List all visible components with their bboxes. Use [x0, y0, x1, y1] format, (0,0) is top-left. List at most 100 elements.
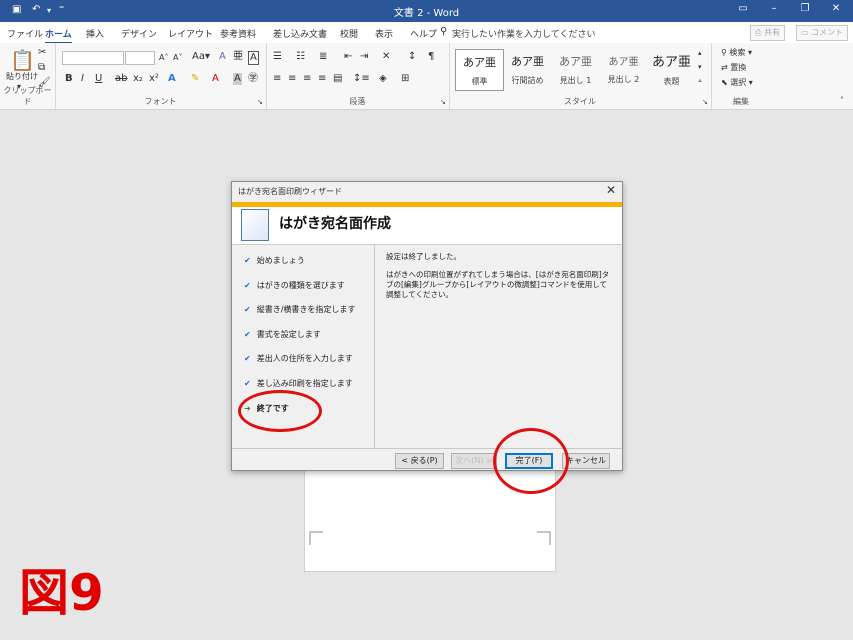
ribbon-tabs: ファイル ホーム 挿入 デザイン レイアウト 参考資料 差し込み文書 校閲 表示…	[0, 22, 853, 44]
align-right-icon[interactable]: ≡	[303, 73, 311, 85]
replace-button[interactable]: ⇄ 置換	[721, 62, 746, 74]
check-icon: ✔	[244, 281, 251, 290]
select-button[interactable]: ⬉ 選択 ▾	[721, 77, 753, 89]
align-left-icon[interactable]: ≡	[273, 73, 281, 85]
phonetic-guide-icon[interactable]: 亜	[233, 51, 243, 63]
copy-icon[interactable]: ⧉	[38, 62, 45, 74]
borders-icon[interactable]: ⊞	[401, 73, 409, 85]
style-sample: あア亜	[608, 57, 639, 68]
shrink-font-icon[interactable]: A˅	[173, 52, 182, 64]
highlight-color-icon[interactable]: ✎	[191, 73, 199, 85]
tab-help[interactable]: ヘルプ	[410, 27, 437, 40]
cancel-button[interactable]: キャンセル	[562, 453, 610, 469]
find-button[interactable]: ⚲ 検索 ▾	[721, 47, 752, 59]
style-name: 見出し 2	[607, 75, 640, 84]
close-window-icon[interactable]: ✕	[826, 3, 846, 14]
numbering-icon[interactable]: ☷	[296, 51, 305, 63]
font-name-dropdown[interactable]	[62, 51, 124, 65]
underline-icon[interactable]: U	[95, 73, 102, 85]
styles-group-label: スタイル	[564, 97, 596, 106]
enclose-characters-icon[interactable]: ㊫	[248, 73, 258, 85]
superscript-icon[interactable]: x²	[149, 73, 159, 85]
multilevel-list-icon[interactable]: ≣	[319, 51, 327, 63]
dialog-close-icon[interactable]: ✕	[606, 183, 616, 197]
annotation-circle-finish-button	[493, 428, 569, 494]
tab-mailings[interactable]: 差し込み文書	[273, 27, 327, 40]
line-spacing-icon[interactable]: ↕≡	[353, 73, 370, 85]
replace-icon: ⇄	[721, 63, 728, 72]
tab-view[interactable]: 表示	[375, 27, 393, 40]
style-sample: あア亜	[559, 55, 592, 68]
change-case-icon[interactable]: Aa▾	[192, 51, 210, 63]
style-name: 行間詰め	[511, 76, 544, 85]
tab-file[interactable]: ファイル	[7, 27, 43, 40]
style-standard[interactable]: あア亜 標準	[455, 49, 504, 91]
clipboard-group: 📋 貼り付け ▾ ✂ ⧉ 🖌 クリップボード	[0, 43, 56, 109]
tab-layout[interactable]: レイアウト	[168, 27, 213, 40]
bold-icon[interactable]: B	[65, 73, 73, 85]
italic-icon[interactable]: I	[81, 73, 84, 85]
tab-insert[interactable]: 挿入	[86, 27, 104, 40]
font-size-dropdown[interactable]	[125, 51, 155, 65]
next-button[interactable]: 次へ(N) >	[451, 453, 497, 469]
back-button[interactable]: < 戻る(P)	[395, 453, 444, 469]
ribbon-display-options-icon[interactable]: ▭	[733, 3, 753, 14]
bullets-icon[interactable]: ☰	[273, 51, 282, 63]
shading-icon[interactable]: ◈	[379, 73, 387, 85]
paste-icon[interactable]: 📋	[10, 49, 35, 71]
margin-corner-mark	[537, 531, 551, 545]
figure-label: 図9	[19, 564, 104, 622]
style-heading-2[interactable]: あア亜見出し 2	[600, 49, 647, 89]
annotation-circle-current-step	[238, 390, 322, 432]
paragraph-group: ☰ ☷ ≣ ⇤ ⇥ ✕ ↕ ¶ ≡ ≡ ≡ ≡ ▤ ↕≡ ◈ ⊞ ↘ 段落	[266, 43, 450, 109]
character-border-icon[interactable]: A	[248, 51, 259, 65]
styles-scroll-up-icon[interactable]: ▴	[698, 47, 702, 59]
styles-scroll-down-icon[interactable]: ▾	[698, 61, 702, 73]
asian-layout-icon[interactable]: ✕	[382, 51, 390, 63]
font-color-icon[interactable]: A	[212, 73, 219, 85]
clipboard-group-label: クリップボード	[3, 86, 52, 106]
tell-me-box[interactable]: 実行したい作業を入力してください	[452, 27, 595, 40]
title-bar: ▣ ↶ ▾ ⁼ 文書 2 - Word ▭ – ❐ ✕	[0, 0, 853, 22]
increase-indent-icon[interactable]: ⇥	[360, 51, 368, 63]
grow-font-icon[interactable]: A˄	[159, 52, 168, 64]
minimize-icon[interactable]: –	[764, 3, 784, 14]
decrease-indent-icon[interactable]: ⇤	[344, 51, 352, 63]
font-group: A˄ A˅ Aa▾ A 亜 A B I U ab x₂ x² A ✎ A A ㊫…	[55, 43, 267, 109]
style-title[interactable]: あア亜 表題	[648, 49, 695, 89]
margin-corner-mark	[309, 531, 323, 545]
subscript-icon[interactable]: x₂	[133, 73, 143, 85]
collapse-ribbon-icon[interactable]: ˄	[840, 95, 844, 107]
styles-more-icon[interactable]: ⩡	[698, 75, 702, 87]
paste-label[interactable]: 貼り付け	[6, 71, 38, 83]
character-shading-icon[interactable]: A	[233, 73, 242, 85]
wizard-step: ✔ はがきの種類を選びます	[244, 280, 345, 291]
tab-home[interactable]: ホーム	[45, 27, 72, 44]
style-sample: あア亜	[651, 55, 691, 70]
show-formatting-icon[interactable]: ¶	[428, 51, 434, 63]
share-button[interactable]: ⎙ 共有	[750, 25, 785, 41]
restore-icon[interactable]: ❐	[795, 3, 815, 14]
tab-review[interactable]: 校閲	[340, 27, 358, 40]
clear-format-icon[interactable]: A	[219, 51, 226, 63]
comments-button[interactable]: ▭ コメント	[796, 25, 849, 41]
wizard-step: ✔ 差し込み印刷を指定します	[244, 378, 353, 389]
tab-references[interactable]: 参考資料	[220, 27, 256, 40]
style-no-spacing[interactable]: あア亜 行間詰め	[504, 49, 551, 89]
paragraph-group-label: 段落	[349, 97, 366, 106]
align-center-icon[interactable]: ≡	[288, 73, 296, 85]
adjustment-message: はがきへの印刷位置がずれてしまう場合は、[はがき宛名面印刷]タブの[編集]グルー…	[386, 270, 610, 299]
distributed-icon[interactable]: ▤	[333, 73, 342, 85]
sort-icon[interactable]: ↕	[408, 51, 416, 63]
text-effects-icon[interactable]: A	[168, 73, 176, 85]
change-case-label: Aa	[192, 51, 205, 62]
tab-design[interactable]: デザイン	[121, 27, 157, 40]
cut-icon[interactable]: ✂	[38, 47, 46, 59]
justify-icon[interactable]: ≡	[318, 73, 326, 85]
style-sample: あア亜	[463, 56, 496, 69]
style-name: 表題	[663, 77, 680, 86]
dialog-banner: はがき宛名面作成	[232, 207, 622, 245]
share-label: 共有	[763, 28, 780, 37]
strikethrough-icon[interactable]: ab	[115, 73, 127, 85]
style-heading-1[interactable]: あア亜 見出し 1	[552, 49, 599, 89]
